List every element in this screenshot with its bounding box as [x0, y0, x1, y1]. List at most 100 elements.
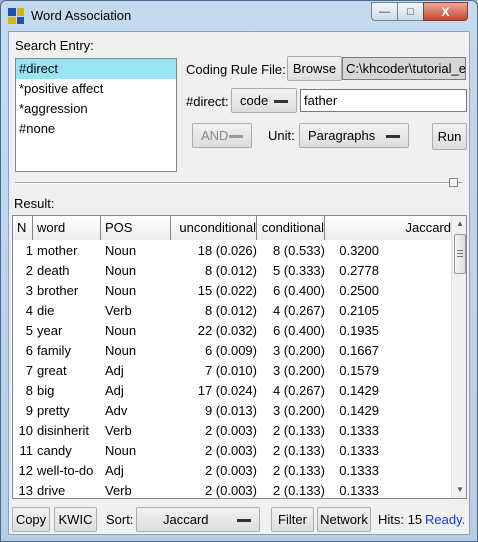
cell-word: year [37, 323, 63, 338]
cell-jaccard: 0.1333 [339, 483, 379, 498]
cell-n: 8 [25, 383, 33, 398]
column-header-n[interactable]: N [13, 216, 33, 240]
code-type-dropdown[interactable]: code [231, 88, 297, 113]
cell-conditional: 4 (0.267) [272, 303, 325, 318]
cell-word: family [37, 343, 71, 358]
cell-pos: Verb [105, 303, 132, 318]
cell-word: disinherit [37, 423, 90, 438]
table-body: 1 mother Noun 18 (0.026) 8 (0.533) 0.3200 2 dea… [13, 241, 451, 498]
table-row[interactable]: 6 family Noun 6 (0.009) 3 (0.200) 0.1667 [13, 341, 451, 361]
maximize-button[interactable]: □ [397, 2, 424, 21]
search-entry-list[interactable]: #direct *positive affect *aggression #no… [15, 58, 177, 172]
table-row[interactable]: 12 well-to-do Adj 2 (0.003) 2 (0.133) 0.1333 [13, 461, 451, 481]
pane-resize-handle[interactable] [449, 178, 458, 187]
cell-conditional: 3 (0.200) [272, 403, 325, 418]
cell-unconditional: 6 (0.009) [204, 343, 257, 358]
app-icon [8, 8, 24, 24]
scroll-up-icon[interactable]: ▲ [452, 216, 466, 232]
cell-conditional: 2 (0.133) [272, 463, 325, 478]
cell-n: 7 [25, 363, 33, 378]
sort-label: Sort: [106, 512, 134, 527]
kwic-button[interactable]: KWIC [54, 507, 97, 532]
dropdown-indicator-icon [237, 519, 251, 522]
filter-button[interactable]: Filter [271, 507, 314, 532]
cell-word: great [37, 363, 67, 378]
cell-conditional: 5 (0.333) [272, 263, 325, 278]
window-title: Word Association [31, 8, 132, 23]
cell-jaccard: 0.1333 [339, 463, 379, 478]
cell-pos: Noun [105, 343, 137, 358]
table-row[interactable]: 5 year Noun 22 (0.032) 6 (0.400) 0.1935 [13, 321, 451, 341]
table-row[interactable]: 7 great Adj 7 (0.010) 3 (0.200) 0.1579 [13, 361, 451, 381]
table-row[interactable]: 8 big Adj 17 (0.024) 4 (0.267) 0.1429 [13, 381, 451, 401]
cell-jaccard: 0.1579 [339, 363, 379, 378]
column-header-conditional[interactable]: conditional [257, 216, 325, 240]
search-entry-item[interactable]: *positive affect [16, 79, 176, 99]
table-row[interactable]: 1 mother Noun 18 (0.026) 8 (0.533) 0.3200 [13, 241, 451, 261]
column-header-jaccard[interactable]: Jaccard [325, 216, 451, 240]
result-table[interactable]: N word POS unconditional conditional Jac… [12, 215, 467, 499]
minimize-button[interactable]: — [371, 2, 398, 21]
cell-n: 3 [25, 283, 33, 298]
table-row[interactable]: 11 candy Noun 2 (0.003) 2 (0.133) 0.1333 [13, 441, 451, 461]
cell-pos: Verb [105, 483, 132, 498]
code-value-input[interactable]: father [300, 89, 467, 112]
search-entry-item[interactable]: #direct [16, 59, 176, 79]
cell-word: brother [37, 283, 79, 298]
cell-unconditional: 17 (0.024) [197, 383, 257, 398]
cell-word: drive [37, 483, 66, 498]
table-row[interactable]: 13 drive Verb 2 (0.003) 2 (0.133) 0.1333 [13, 481, 451, 498]
cell-n: 10 [18, 423, 33, 438]
cell-jaccard: 0.1667 [339, 343, 379, 358]
search-entry-item[interactable]: #none [16, 119, 176, 139]
pane-separator [15, 182, 462, 184]
search-entry-label: Search Entry: [15, 38, 94, 53]
cell-jaccard: 0.1935 [339, 323, 379, 338]
cell-word: well-to-do [37, 463, 94, 478]
unit-label: Unit: [268, 128, 295, 143]
scrollbar-thumb[interactable] [454, 234, 466, 274]
table-row[interactable]: 10 disinherit Verb 2 (0.003) 2 (0.133) 0.1333 [13, 421, 451, 441]
status-text: Ready. [425, 512, 466, 527]
code-row-label: #direct: [186, 94, 229, 109]
dropdown-indicator-icon [386, 135, 400, 138]
cell-jaccard: 0.2105 [339, 303, 379, 318]
table-row[interactable]: 4 die Verb 8 (0.012) 4 (0.267) 0.2105 [13, 301, 451, 321]
search-entry-item[interactable]: *aggression [16, 99, 176, 119]
cell-conditional: 2 (0.133) [272, 443, 325, 458]
cell-word: die [37, 303, 55, 318]
cell-conditional: 4 (0.267) [272, 383, 325, 398]
sort-dropdown[interactable]: Jaccard [136, 507, 260, 532]
table-row[interactable]: 9 pretty Adv 9 (0.013) 3 (0.200) 0.1429 [13, 401, 451, 421]
cell-unconditional: 2 (0.003) [204, 423, 257, 438]
close-button[interactable]: X [423, 2, 468, 21]
cell-jaccard: 0.3200 [339, 243, 379, 258]
client-area: Search Entry: #direct *positive affect *… [8, 31, 470, 535]
cell-jaccard: 0.2778 [339, 263, 379, 278]
column-header-word[interactable]: word [33, 216, 101, 240]
cell-conditional: 6 (0.400) [272, 283, 325, 298]
title-bar[interactable]: Word Association — □ X [1, 1, 477, 31]
vertical-scrollbar[interactable]: ▲ ▼ [451, 216, 466, 498]
table-row[interactable]: 2 death Noun 8 (0.012) 5 (0.333) 0.2778 [13, 261, 451, 281]
table-header: N word POS unconditional conditional Jac… [13, 216, 451, 240]
cell-jaccard: 0.2500 [339, 283, 379, 298]
run-button[interactable]: Run [432, 123, 467, 150]
dropdown-indicator-icon [229, 135, 243, 138]
unit-dropdown[interactable]: Paragraphs [299, 123, 409, 148]
column-header-unconditional[interactable]: unconditional [171, 216, 257, 240]
cell-unconditional: 2 (0.003) [204, 463, 257, 478]
cell-n: 6 [25, 343, 33, 358]
cell-pos: Adj [105, 363, 124, 378]
cell-pos: Noun [105, 443, 137, 458]
scroll-down-icon[interactable]: ▼ [452, 482, 466, 498]
dropdown-indicator-icon [274, 100, 288, 103]
table-row[interactable]: 3 brother Noun 15 (0.022) 6 (0.400) 0.2500 [13, 281, 451, 301]
cell-unconditional: 8 (0.012) [204, 303, 257, 318]
copy-button[interactable]: Copy [12, 507, 50, 532]
network-button[interactable]: Network [317, 507, 371, 532]
cell-word: pretty [37, 403, 70, 418]
column-header-pos[interactable]: POS [101, 216, 171, 240]
browse-button[interactable]: Browse [287, 56, 342, 81]
word-association-window: Word Association — □ X Search Entry: #di… [0, 0, 478, 542]
